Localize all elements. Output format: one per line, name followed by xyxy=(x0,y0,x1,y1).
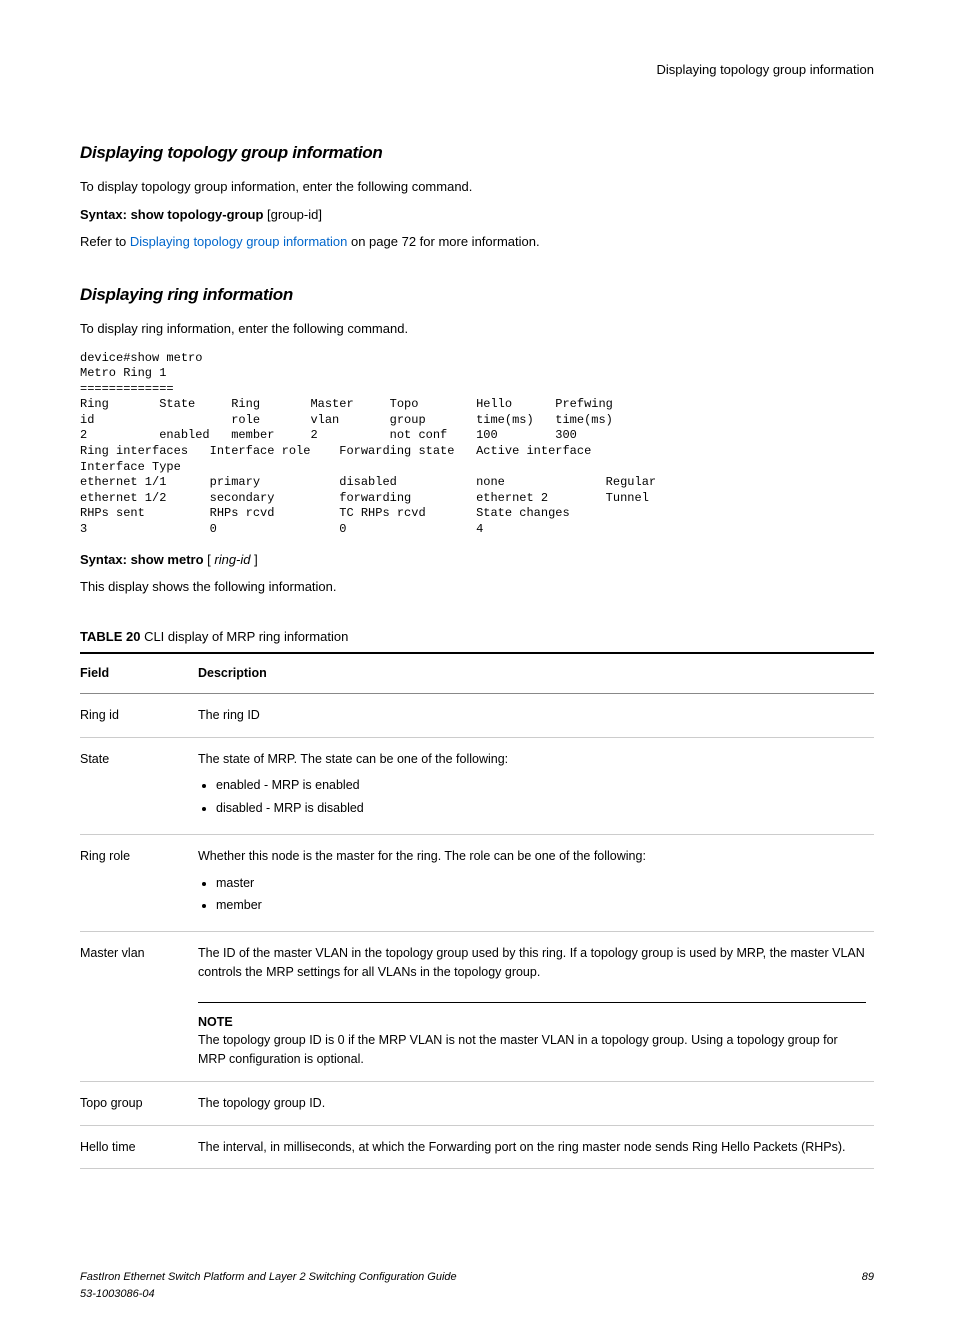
desc-list: master member xyxy=(198,874,866,916)
note-label: NOTE xyxy=(198,1013,866,1032)
cell-field: Topo group xyxy=(80,1081,198,1125)
section-title-topology: Displaying topology group information xyxy=(80,140,874,166)
list-item: disabled - MRP is disabled xyxy=(216,799,866,818)
footer-page-number: 89 xyxy=(862,1269,874,1302)
cell-field: State xyxy=(80,737,198,834)
table-caption: TABLE 20 CLI display of MRP ring informa… xyxy=(80,627,874,647)
list-item: enabled - MRP is enabled xyxy=(216,776,866,795)
footer-doc-id: 53-1003086-04 xyxy=(80,1286,457,1303)
section1-refer: Refer to Displaying topology group infor… xyxy=(80,232,874,252)
syntax-label-1: Syntax: show topology-group xyxy=(80,207,263,222)
list-item: member xyxy=(216,896,866,915)
table-row: Ring id The ring ID xyxy=(80,693,874,737)
refer-prefix: Refer to xyxy=(80,234,130,249)
refer-link[interactable]: Displaying topology group information xyxy=(130,234,348,249)
cell-desc: The interval, in milliseconds, at which … xyxy=(198,1125,874,1169)
table-row: Hello time The interval, in milliseconds… xyxy=(80,1125,874,1169)
section2-desc: This display shows the following informa… xyxy=(80,577,874,597)
desc-list: enabled - MRP is enabled disabled - MRP … xyxy=(198,776,866,818)
footer-left: FastIron Ethernet Switch Platform and La… xyxy=(80,1269,457,1302)
info-table: Field Description Ring id The ring ID St… xyxy=(80,652,874,1169)
table-row: Ring role Whether this node is the maste… xyxy=(80,834,874,931)
cell-field: Ring role xyxy=(80,834,198,931)
section-title-ring: Displaying ring information xyxy=(80,282,874,308)
cell-desc: The topology group ID. xyxy=(198,1081,874,1125)
cell-field: Ring id xyxy=(80,693,198,737)
cli-output: device#show metro Metro Ring 1 =========… xyxy=(80,351,874,538)
cell-desc: Whether this node is the master for the … xyxy=(198,834,874,931)
cell-desc: The state of MRP. The state can be one o… xyxy=(198,737,874,834)
note-block: NOTE The topology group ID is 0 if the M… xyxy=(198,1002,866,1069)
list-item: master xyxy=(216,874,866,893)
page-footer: FastIron Ethernet Switch Platform and La… xyxy=(80,1269,874,1302)
note-text: The topology group ID is 0 if the MRP VL… xyxy=(198,1031,866,1069)
table-title: CLI display of MRP ring information xyxy=(144,629,348,644)
cell-desc-text: The ID of the master VLAN in the topolog… xyxy=(198,944,866,982)
cell-desc-text: Whether this node is the master for the … xyxy=(198,849,646,863)
refer-suffix: on page 72 for more information. xyxy=(347,234,539,249)
table-row: Topo group The topology group ID. xyxy=(80,1081,874,1125)
page-header-right: Displaying topology group information xyxy=(80,60,874,80)
section1-syntax: Syntax: show topology-group [group-id] xyxy=(80,205,874,225)
section1-intro: To display topology group information, e… xyxy=(80,177,874,197)
syntax-arg-2: ring-id xyxy=(214,552,250,567)
th-field: Field xyxy=(80,653,198,693)
cell-field: Hello time xyxy=(80,1125,198,1169)
syntax-arg-1: [group-id] xyxy=(263,207,322,222)
table-row: Master vlan The ID of the master VLAN in… xyxy=(80,932,874,1082)
footer-guide-title: FastIron Ethernet Switch Platform and La… xyxy=(80,1269,457,1286)
syntax-bracket-close: ] xyxy=(251,552,258,567)
cell-field: Master vlan xyxy=(80,932,198,1082)
table-header-row: Field Description xyxy=(80,653,874,693)
table-row: State The state of MRP. The state can be… xyxy=(80,737,874,834)
table-number: TABLE 20 xyxy=(80,629,144,644)
syntax-bracket-open: [ xyxy=(204,552,215,567)
th-description: Description xyxy=(198,653,874,693)
cell-desc: The ID of the master VLAN in the topolog… xyxy=(198,932,874,1082)
section2-syntax: Syntax: show metro [ ring-id ] xyxy=(80,550,874,570)
cell-desc: The ring ID xyxy=(198,693,874,737)
section2-intro: To display ring information, enter the f… xyxy=(80,319,874,339)
cell-desc-text: The state of MRP. The state can be one o… xyxy=(198,752,508,766)
syntax-label-2: Syntax: show metro xyxy=(80,552,204,567)
